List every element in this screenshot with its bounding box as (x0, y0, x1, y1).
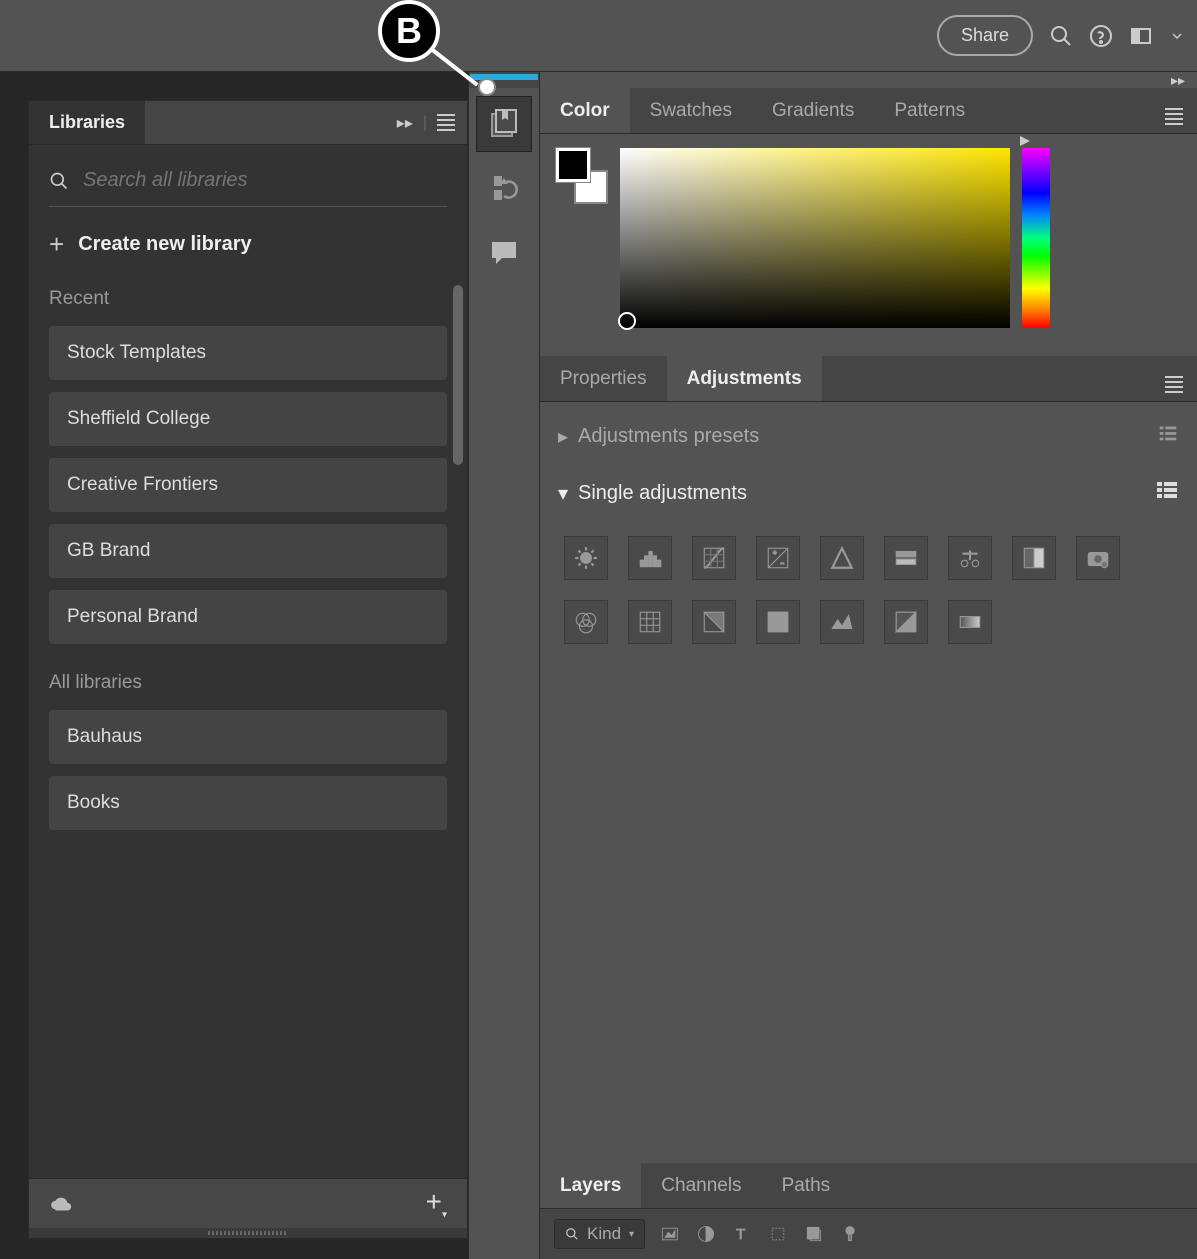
comments-collapsed-icon[interactable] (476, 224, 532, 280)
chevron-right-icon: ▸ (558, 424, 578, 449)
adjustment-brightness-contrast[interactable] (564, 536, 608, 580)
collapse-panel-icon[interactable]: ▸▸ (397, 113, 413, 133)
library-item-bauhaus[interactable]: Bauhaus (49, 710, 447, 764)
adjustment-posterize[interactable] (756, 600, 800, 644)
adjustment-gradient-map[interactable] (884, 600, 928, 644)
foreground-color-swatch[interactable] (556, 148, 590, 182)
workspace-switcher-icon[interactable] (1129, 24, 1153, 48)
chevron-down-icon: ▾ (629, 1229, 634, 1240)
history-collapsed-icon[interactable] (476, 160, 532, 216)
adjustment-levels[interactable] (628, 536, 672, 580)
plus-icon: + (49, 229, 64, 260)
adjustment-exposure[interactable] (756, 536, 800, 580)
kind-label: Kind (587, 1224, 621, 1244)
recent-section-label: Recent (49, 288, 447, 310)
hue-slider[interactable] (1022, 148, 1050, 328)
add-button[interactable]: +▾ (426, 1186, 447, 1221)
libraries-tabbar: Libraries ▸▸ | (29, 101, 467, 145)
panel-menu-icon[interactable] (1165, 376, 1183, 393)
single-adjustments-toggle[interactable]: ▾ Single adjustments (558, 478, 1179, 508)
create-new-library-button[interactable]: + Create new library (49, 229, 447, 260)
layers-panel: Layers Channels Paths Kind ▾ T (540, 1163, 1197, 1259)
library-item-personal-brand[interactable]: Personal Brand (49, 590, 447, 644)
search-icon (49, 171, 69, 191)
adjustment-hue-saturation[interactable] (884, 536, 928, 580)
tab-adjustments[interactable]: Adjustments (667, 356, 822, 401)
adjustment-threshold[interactable] (820, 600, 864, 644)
collapse-dock-icon[interactable]: ▸▸ (540, 72, 1197, 88)
libraries-footer: +▾ (29, 1178, 467, 1228)
adjustment-black-white[interactable] (1012, 536, 1056, 580)
chevron-down-icon: ▾ (558, 481, 578, 506)
filter-smart-objects-icon[interactable] (803, 1223, 825, 1245)
tab-channels[interactable]: Channels (641, 1163, 761, 1208)
foreground-background-swatch[interactable] (556, 148, 608, 204)
library-item-stock-templates[interactable]: Stock Templates (49, 326, 447, 380)
collapsed-panel-dock: ◂◂ (468, 72, 540, 1259)
list-view-icon[interactable] (1157, 422, 1179, 450)
search-icon[interactable] (1049, 24, 1073, 48)
panel-menu-icon[interactable] (437, 114, 455, 131)
tab-libraries[interactable]: Libraries (29, 101, 145, 144)
help-icon[interactable] (1089, 24, 1113, 48)
library-item-creative-frontiers[interactable]: Creative Frontiers (49, 458, 447, 512)
filter-type-layers-icon[interactable]: T (731, 1223, 753, 1245)
layer-filter-kind-select[interactable]: Kind ▾ (554, 1219, 645, 1249)
left-dock: Libraries ▸▸ | + Create new library Rece… (0, 72, 468, 1259)
adjustment-color-balance[interactable] (948, 536, 992, 580)
libraries-collapsed-icon[interactable] (476, 96, 532, 152)
all-libraries-section-label: All libraries (49, 672, 447, 694)
right-dock: ▸▸ Color Swatches Gradients Patterns Pro… (540, 72, 1197, 1259)
color-menu-icon[interactable] (1018, 134, 1032, 148)
library-item-books[interactable]: Books (49, 776, 447, 830)
adjustments-presets-toggle[interactable]: ▸ Adjustments presets (558, 422, 1179, 450)
color-panel-tabbar: Color Swatches Gradients Patterns (540, 88, 1197, 134)
adjustment-channel-mixer[interactable] (564, 600, 608, 644)
cloud-sync-icon[interactable] (49, 1194, 75, 1214)
filter-adjustment-layers-icon[interactable] (695, 1223, 717, 1245)
library-item-gb-brand[interactable]: GB Brand (49, 524, 447, 578)
tab-color[interactable]: Color (540, 88, 630, 133)
panel-highlight-indicator (470, 74, 538, 80)
adjustment-photo-filter[interactable] (1076, 536, 1120, 580)
panel-menu-icon[interactable] (1165, 108, 1183, 125)
tab-properties[interactable]: Properties (540, 356, 667, 401)
color-panel-body (540, 134, 1197, 350)
filter-toggle-switch[interactable] (839, 1223, 861, 1245)
libraries-body: + Create new library Recent Stock Templa… (29, 145, 467, 1178)
adjustments-panel-body: ▸ Adjustments presets ▾ Single adjustmen… (540, 402, 1197, 1163)
tab-paths[interactable]: Paths (762, 1163, 851, 1208)
adjustment-selective-color[interactable] (948, 600, 992, 644)
adjustment-color-lookup[interactable] (628, 600, 672, 644)
library-item-sheffield-college[interactable]: Sheffield College (49, 392, 447, 446)
adjustment-invert[interactable] (692, 600, 736, 644)
tab-gradients[interactable]: Gradients (752, 88, 874, 133)
app-topbar: Share (0, 0, 1197, 72)
layers-panel-tabbar: Layers Channels Paths (540, 1163, 1197, 1209)
filter-shape-layers-icon[interactable] (767, 1223, 789, 1245)
chevron-down-icon[interactable] (1169, 24, 1185, 48)
adjustments-grid (558, 536, 1179, 644)
single-adjustments-label: Single adjustments (578, 482, 747, 505)
list-view-icon[interactable] (1155, 478, 1179, 508)
filter-pixel-layers-icon[interactable] (659, 1223, 681, 1245)
create-new-library-label: Create new library (78, 233, 251, 256)
share-button[interactable]: Share (937, 15, 1033, 56)
tab-patterns[interactable]: Patterns (874, 88, 985, 133)
adjustments-presets-label: Adjustments presets (578, 425, 759, 448)
libraries-search-input[interactable] (83, 169, 447, 192)
libraries-panel: Libraries ▸▸ | + Create new library Rece… (28, 100, 468, 1239)
properties-panel-tabbar: Properties Adjustments (540, 356, 1197, 402)
layers-filter-bar: Kind ▾ T (540, 1209, 1197, 1259)
panel-resize-grip[interactable] (29, 1228, 467, 1238)
adjustment-vibrance[interactable] (820, 536, 864, 580)
adjustment-curves[interactable] (692, 536, 736, 580)
color-picker-field[interactable] (620, 148, 1010, 328)
scrollbar-thumb[interactable] (453, 285, 463, 465)
tab-layers[interactable]: Layers (540, 1163, 641, 1208)
svg-text:T: T (736, 1226, 745, 1243)
tab-swatches[interactable]: Swatches (630, 88, 752, 133)
